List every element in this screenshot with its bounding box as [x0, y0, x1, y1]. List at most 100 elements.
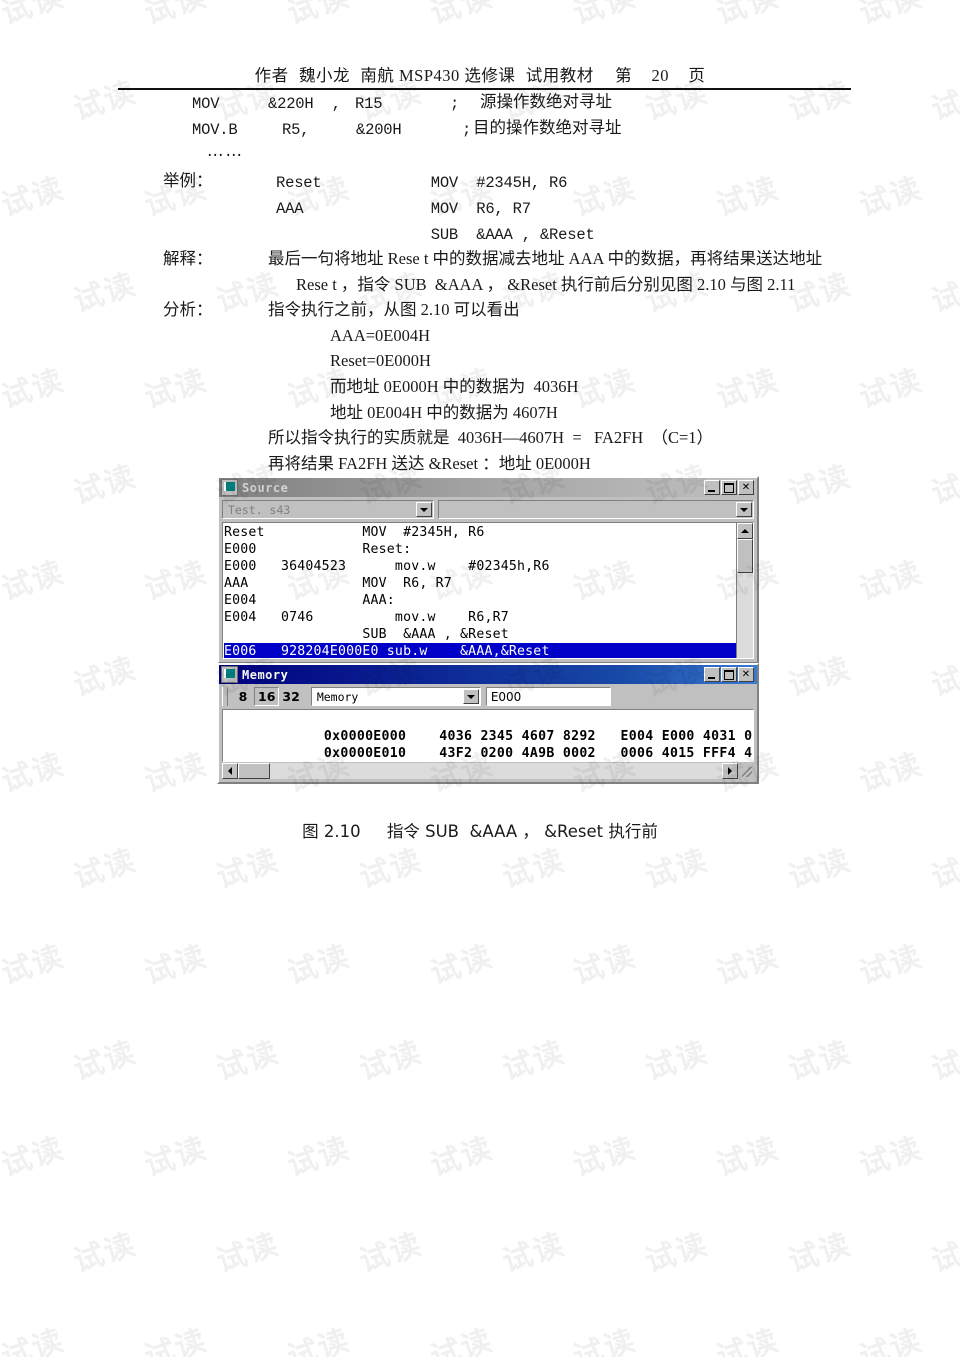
source-function-dropdown[interactable] — [438, 500, 754, 519]
source-maximize-button[interactable] — [721, 480, 737, 495]
watermark-text: 试读 — [712, 170, 784, 224]
watermark-text: 试读 — [283, 1322, 355, 1357]
memory-grid[interactable]: 0x0000E000 4036 2345 4607 8292 E004 E000… — [222, 709, 754, 762]
example-line-2: AAA MOV R6, R7 — [276, 200, 531, 218]
watermark-text: 试读 — [0, 1130, 69, 1184]
watermark-text: 试读 — [68, 842, 141, 896]
watermark-text: 试读 — [783, 1226, 856, 1280]
memory-address-input[interactable]: E000 — [485, 687, 611, 706]
watermark-text: 试读 — [426, 1130, 498, 1184]
scroll-left-arrow-icon[interactable] — [222, 763, 238, 779]
scroll-track[interactable] — [270, 763, 722, 779]
header-divider — [118, 88, 851, 90]
watermark-text: 试读 — [68, 458, 141, 512]
scroll-right-arrow-icon[interactable] — [722, 763, 738, 779]
watermark-text: 试读 — [283, 1130, 355, 1184]
code-row[interactable]: SUB &AAA , &Reset — [224, 626, 736, 643]
toolbar-grip[interactable] — [222, 687, 228, 706]
scroll-thumb[interactable] — [737, 539, 753, 573]
source-file-dropdown[interactable]: Test. s43 — [222, 500, 434, 519]
watermark-text: 试读 — [354, 1034, 427, 1088]
code-row[interactable]: E000 Reset: — [224, 541, 736, 558]
window-menu-icon[interactable] — [221, 666, 238, 683]
iar-debugger-screenshot: Source ✕ Test. s43 Reset MOV #2345H, R6 … — [217, 476, 759, 784]
code-line-mov-1-op2: R15 — [355, 95, 383, 113]
example-label: 举例： — [163, 171, 213, 190]
watermark-text: 试读 — [0, 362, 69, 416]
memory-width-8-button[interactable]: 8 — [232, 687, 254, 706]
memory-horizontal-scrollbar[interactable] — [222, 763, 754, 779]
document-page: 作者 魏小龙 南航 MSP430 选修课 试用教材 第 20 页 MOV &22… — [0, 0, 960, 1357]
memory-row-words: 4036 2345 4607 8292 E004 E000 4031 0300 — [439, 729, 754, 744]
scroll-track[interactable] — [737, 573, 753, 658]
code-row[interactable]: E004 AAA: — [224, 592, 736, 609]
code-row[interactable]: E000 36404523 mov.w #02345h,R6 — [224, 558, 736, 575]
memory-row-address: 0x0000E000 — [323, 729, 407, 744]
memory-width-32-button[interactable]: 32 — [279, 687, 303, 706]
source-window: Source ✕ Test. s43 Reset MOV #2345H, R6 … — [217, 476, 759, 664]
source-vertical-scrollbar[interactable] — [736, 523, 753, 658]
watermark-text: 试读 — [140, 746, 212, 800]
memory-width-16-button[interactable]: 16 — [254, 687, 280, 706]
watermark-text: 试读 — [211, 1226, 284, 1280]
watermark-text: 试读 — [426, 938, 498, 992]
watermark-text: 试读 — [712, 1130, 784, 1184]
memory-row[interactable]: 0x0000E000 4036 2345 4607 8292 E004 E000… — [225, 711, 753, 744]
scroll-thumb[interactable] — [238, 763, 270, 779]
memory-window-title: Memory — [242, 667, 289, 682]
code-row[interactable]: AAA MOV R6, R7 — [224, 575, 736, 592]
watermark-text: 试读 — [855, 362, 927, 416]
watermark-text: 试读 — [569, 1322, 641, 1357]
watermark-text: 试读 — [0, 554, 69, 608]
watermark-text: 试读 — [140, 554, 212, 608]
watermark-text: 试读 — [68, 266, 141, 320]
memory-close-button[interactable]: ✕ — [738, 667, 754, 682]
watermark-text: 试读 — [926, 650, 960, 704]
code-line-mov-2-op1: R5, — [282, 121, 310, 139]
memory-maximize-button[interactable] — [721, 667, 737, 682]
chevron-down-icon[interactable] — [416, 502, 432, 517]
explanation-line-2: Rese t ，指令 SUB &AAA ， &Reset 执行前后分别见图 2.… — [296, 275, 796, 294]
source-minimize-button[interactable] — [704, 480, 720, 495]
watermark-text: 试读 — [783, 458, 856, 512]
source-window-titlebar[interactable]: Source ✕ — [219, 478, 757, 497]
watermark-text: 试读 — [0, 938, 69, 992]
watermark-text: 试读 — [855, 938, 927, 992]
code-row[interactable]: Reset MOV #2345H, R6 — [224, 524, 736, 541]
explanation-line-1: 最后一句将地址 Rese t 中的数据减去地址 AAA 中的数据，再将结果送达地… — [268, 249, 823, 268]
code-row-current-pc[interactable]: E006 928204E000E0 sub.w &AAA,&Reset — [224, 643, 736, 658]
analysis-label: 分析： — [163, 300, 213, 319]
watermark-text: 试读 — [140, 362, 212, 416]
memory-area-dropdown[interactable]: Memory — [310, 687, 481, 706]
chevron-down-icon[interactable] — [462, 689, 479, 704]
code-row[interactable]: E004 0746 mov.w R6,R7 — [224, 609, 736, 626]
watermark-text: 试读 — [855, 1130, 927, 1184]
watermark-text: 试读 — [497, 842, 570, 896]
watermark-text: 试读 — [354, 842, 427, 896]
code-line-mov-1-comment: 源操作数绝对寻址 — [480, 92, 612, 111]
memory-minimize-button[interactable] — [704, 667, 720, 682]
header-page-unit: 页 — [688, 66, 706, 85]
watermark-text: 试读 — [569, 170, 641, 224]
source-code-pane[interactable]: Reset MOV #2345H, R6 E000 Reset: E000 36… — [222, 522, 754, 659]
explanation-label: 解释： — [163, 249, 213, 268]
memory-window-titlebar[interactable]: Memory ✕ — [219, 665, 757, 684]
source-close-button[interactable]: ✕ — [738, 480, 754, 495]
code-line-mov-1-semi: ; — [450, 95, 460, 113]
watermark-text: 试读 — [569, 1130, 641, 1184]
watermark-text: 试读 — [68, 1034, 141, 1088]
code-line-mov-1: MOV — [192, 95, 220, 113]
window-menu-icon[interactable] — [221, 479, 238, 496]
memory-row-address: 0x0000E010 — [323, 746, 407, 761]
watermark-text: 试读 — [140, 1322, 212, 1357]
header-page-label: 第 — [615, 66, 633, 85]
scroll-up-arrow-icon[interactable] — [737, 523, 753, 539]
analysis-line-1: 指令执行之前，从图 2.10 可以看出 — [268, 300, 520, 319]
figure-number: 图 2.10 — [302, 822, 361, 841]
header-author-label: 作者 — [254, 66, 289, 85]
chevron-down-icon[interactable] — [736, 502, 752, 517]
watermark-text: 试读 — [211, 1034, 284, 1088]
window-resize-grip[interactable] — [738, 763, 754, 779]
code-line-mov-1-op1: &220H , — [268, 95, 341, 113]
watermark-text: 试读 — [569, 938, 641, 992]
